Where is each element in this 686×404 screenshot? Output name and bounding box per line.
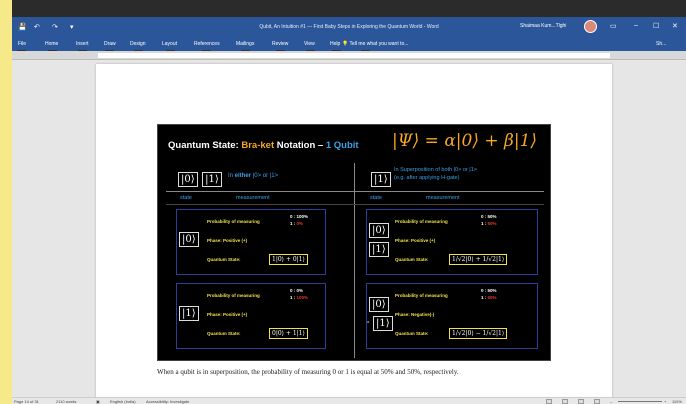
tab-references[interactable]: References — [194, 41, 220, 47]
accessibility-status[interactable]: Accessibility: Investigate — [146, 399, 189, 404]
right-header-text: In Superposition of both |0> or |1> — [394, 167, 477, 173]
ribbon-display-button[interactable]: ▭ — [610, 22, 617, 30]
qs-value: 0|0⟩ + 1|1⟩ — [269, 328, 308, 339]
prob-label: Probability of measuring — [207, 219, 260, 224]
tab-review[interactable]: Review — [272, 41, 288, 47]
tab-layout[interactable]: Layout — [162, 41, 177, 47]
col-measurement-right: measurement — [426, 195, 460, 201]
tell-me-label: Tell me what you want to... — [349, 41, 409, 47]
qs-label: Quantum State: — [395, 257, 429, 262]
qs-value: 1/√2|0⟩ + 1/√2|1⟩ — [449, 254, 508, 265]
horizontal-ruler[interactable] — [12, 51, 686, 60]
phase-label: Phase: Positive (+) — [207, 312, 248, 317]
tab-file[interactable]: File — [18, 41, 26, 47]
panel-ket: |1⟩ — [179, 306, 199, 321]
focus-mode-icon[interactable] — [546, 399, 552, 404]
word-window: 💾 ↶ ↷ ▾ Qubit, An Intuition #1 — First B… — [12, 0, 686, 404]
phase-label: Phase: Positive (+) — [395, 238, 436, 243]
phase-label: Phase: Negative(-) — [395, 312, 435, 317]
lightbulb-icon: 💡 — [342, 41, 350, 47]
share-button[interactable]: Sh... — [656, 41, 666, 47]
panel-ket: |0⟩ — [179, 232, 199, 247]
prob-label: Probability of measuring — [395, 293, 448, 298]
document-area[interactable]: Quantum State: Bra-ket Notation – 1 Qubi… — [12, 60, 686, 404]
avatar[interactable] — [584, 20, 597, 33]
prob-label: Probability of measuring — [207, 293, 260, 298]
ribbon-tabs: File Home Insert Draw Design Layout Refe… — [12, 37, 686, 51]
figure-caption[interactable]: When a qubit is in superposition, the pr… — [157, 367, 557, 378]
right-header-note: (e.g. after applying H-gate) — [394, 175, 460, 181]
tab-draw[interactable]: Draw — [104, 41, 116, 47]
center-divider — [354, 163, 355, 358]
minus-sign: - — [367, 319, 370, 326]
panel-zero: |0⟩ Probability of measuring 0 : 100% 1 … — [176, 209, 326, 275]
document-page[interactable]: Quantum State: Bra-ket Notation – 1 Qubi… — [96, 64, 612, 404]
user-name[interactable]: Shaimaa Kum...Tlghi — [520, 23, 566, 29]
panel-one: |1⟩ Probability of measuring 0 : 0% 1 : … — [176, 283, 326, 349]
qs-value: 1/√2|0⟩ − 1/√2|1⟩ — [449, 328, 508, 339]
tell-me-search[interactable]: 💡 Tell me what you want to... — [342, 41, 408, 47]
zoom-slider[interactable] — [618, 401, 662, 402]
qs-label: Quantum State: — [207, 331, 241, 336]
quantum-state-figure: Quantum State: Bra-ket Notation – 1 Qubi… — [157, 124, 551, 361]
prob-label: Probability of measuring — [395, 219, 448, 224]
qs-value: 1|0⟩ + 0|1⟩ — [269, 254, 308, 265]
panel-ket-b: |1⟩ — [373, 316, 393, 331]
panel-superposition-plus: |0⟩ |1⟩ Probability of measuring 0 : 50%… — [366, 209, 538, 275]
figure-title: Quantum State: Bra-ket Notation – 1 Qubi… — [168, 140, 359, 151]
zoom-in-icon[interactable]: + — [664, 399, 666, 404]
top-strip — [12, 0, 686, 17]
tab-mailings[interactable]: Mailings — [236, 41, 254, 47]
status-bar: Page 14 of 31 2110 words ▣ English (Indi… — [12, 397, 686, 404]
phase-label: Phase: Positive (+) — [207, 238, 248, 243]
zoom-level[interactable]: 110% — [672, 399, 682, 404]
qs-label: Quantum State: — [395, 331, 429, 336]
col-state-right: state — [370, 195, 382, 201]
prob-0: 0 : 0% — [290, 288, 304, 293]
left-header-kets: |0⟩ |1⟩ — [178, 169, 222, 187]
prob-1: 1 : 0% — [290, 221, 304, 226]
prob-0: 0 : 100% — [290, 214, 309, 219]
close-button[interactable]: ✕ — [672, 22, 678, 30]
ket-zero: |0⟩ — [178, 172, 198, 187]
tab-design[interactable]: Design — [130, 41, 146, 47]
zoom-out-icon[interactable]: – — [610, 399, 612, 404]
maximize-button[interactable]: ☐ — [653, 22, 659, 30]
col-state-left: state — [180, 195, 192, 201]
header-divider — [166, 191, 544, 192]
proofing-icon[interactable]: ▣ — [96, 399, 100, 404]
panel-ket-b: |1⟩ — [369, 242, 389, 257]
ket-one: |1⟩ — [202, 172, 222, 187]
state-formula: |Ψ⟩ = α|0⟩ + β|1⟩ — [392, 131, 538, 151]
prob-1: 1 : 50% — [481, 221, 497, 226]
qs-label: Quantum State: — [207, 257, 241, 262]
prob-1: 1 : 50% — [481, 295, 497, 300]
title-bar: 💾 ↶ ↷ ▾ Qubit, An Intuition #1 — First B… — [12, 17, 686, 37]
prob-1: 1 : 100% — [290, 295, 309, 300]
web-layout-icon[interactable] — [594, 399, 600, 404]
minimize-button[interactable]: – — [634, 22, 638, 29]
language[interactable]: English (India) — [110, 399, 136, 404]
prob-0: 0 : 50% — [481, 288, 497, 293]
tab-help[interactable]: Help — [330, 41, 340, 47]
panel-ket-a: |0⟩ — [369, 297, 389, 312]
tab-view[interactable]: View — [304, 41, 315, 47]
read-mode-icon[interactable] — [562, 399, 568, 404]
col-measurement-left: measurement — [236, 195, 270, 201]
word-count[interactable]: 2110 words — [56, 399, 76, 404]
panel-superposition-minus: |0⟩ - |1⟩ Probability of measuring 0 : 5… — [366, 283, 538, 349]
tab-home[interactable]: Home — [45, 41, 58, 47]
right-header-ket: |1⟩ — [371, 169, 391, 187]
tab-insert[interactable]: Insert — [76, 41, 89, 47]
left-header-text: In either |0> or |1> — [228, 173, 279, 179]
prob-0: 0 : 50% — [481, 214, 497, 219]
page-count[interactable]: Page 14 of 31 — [14, 399, 39, 404]
print-layout-icon[interactable] — [578, 399, 584, 404]
panel-ket-a: |0⟩ — [369, 223, 389, 238]
